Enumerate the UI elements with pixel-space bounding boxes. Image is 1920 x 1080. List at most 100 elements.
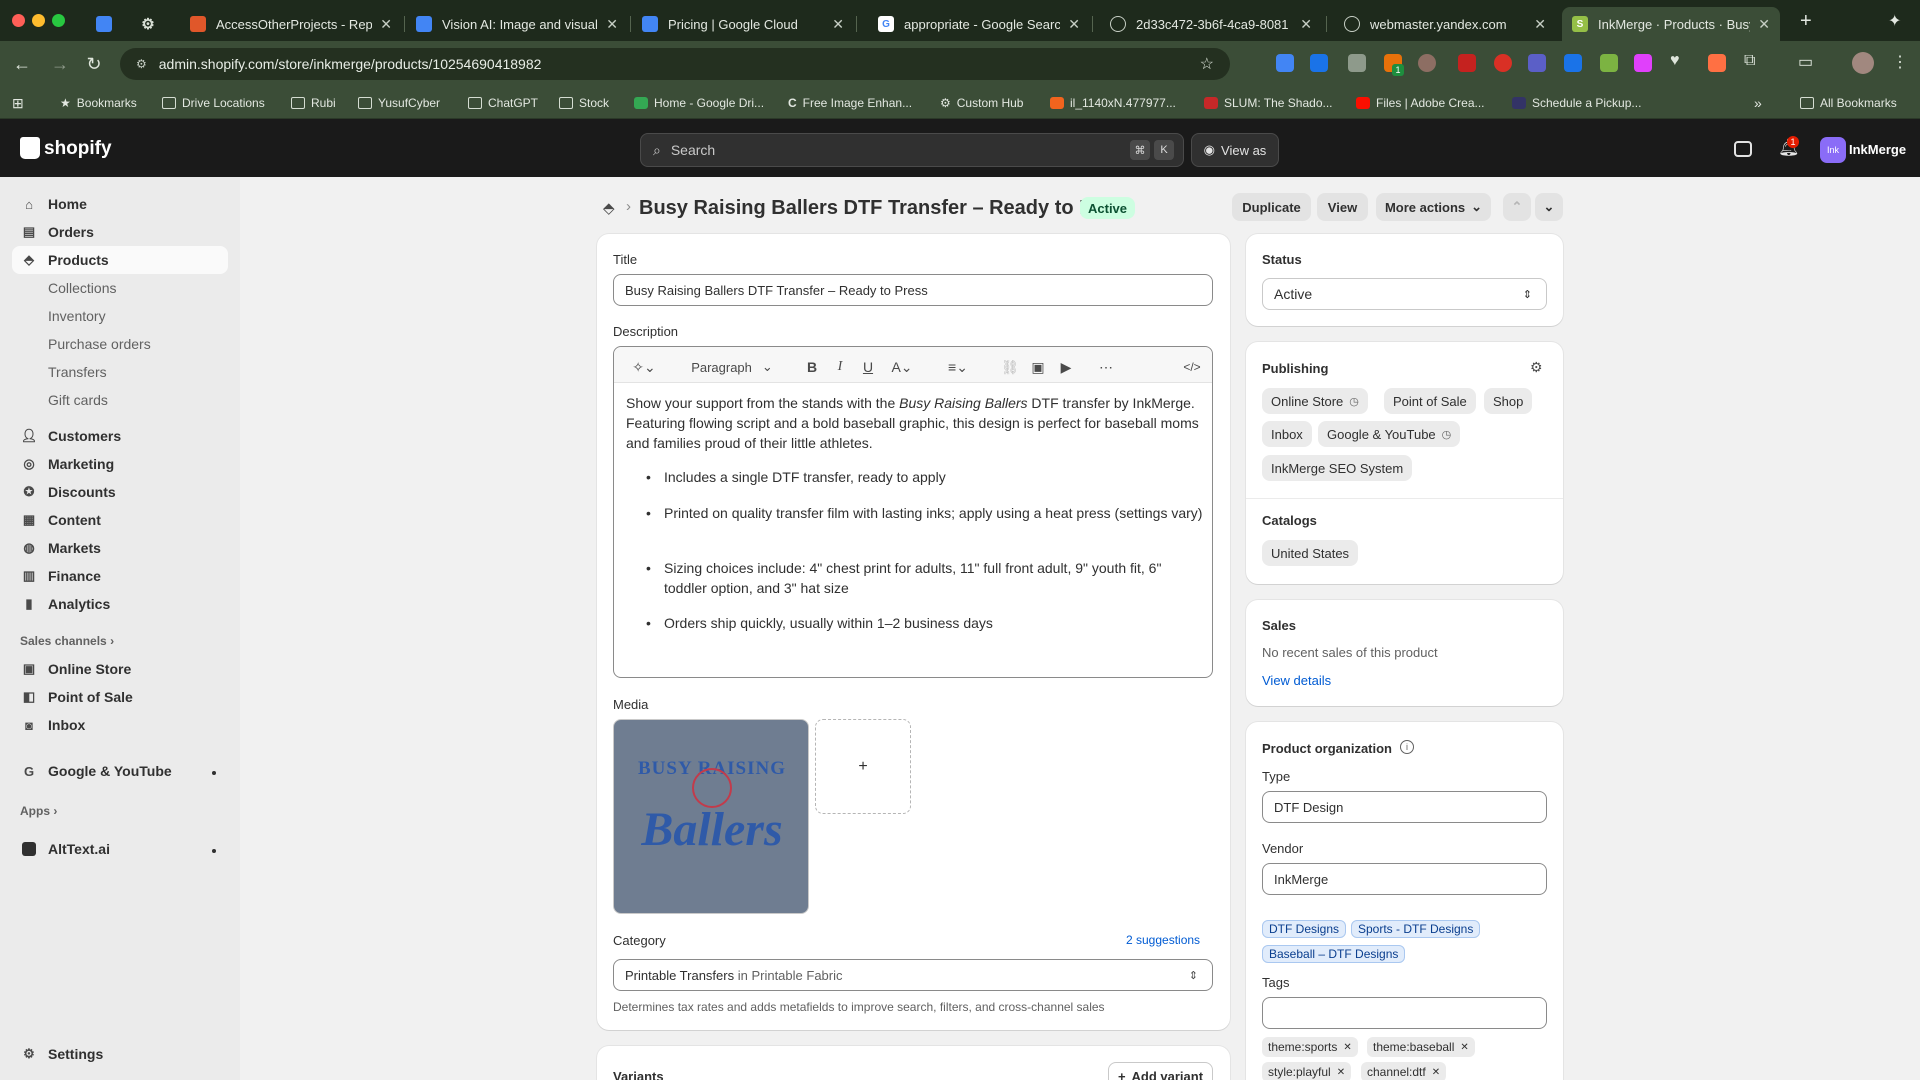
apps-heading[interactable]: Apps ›: [20, 804, 57, 818]
products-breadcrumb-tag-icon[interactable]: ⬘: [603, 199, 615, 217]
reload-button[interactable]: ↻: [82, 52, 106, 76]
store-avatar[interactable]: Ink: [1820, 137, 1846, 163]
extension-icon[interactable]: [1634, 54, 1652, 72]
close-icon[interactable]: ✕: [380, 16, 392, 33]
shopify-logo[interactable]: shopify: [44, 138, 112, 160]
paragraph-select[interactable]: Paragraph ⌄: [684, 357, 780, 377]
extension-icon[interactable]: [1708, 54, 1726, 72]
italic-icon[interactable]: I: [828, 357, 852, 377]
browser-tab[interactable]: Vision AI: Image and visual A ✕: [406, 7, 628, 41]
bookmark-star-icon[interactable]: ☆: [1200, 54, 1214, 74]
mail-extension-icon[interactable]: [1348, 54, 1366, 72]
close-icon[interactable]: ✕: [832, 16, 844, 33]
more-bookmarks-chevron-icon[interactable]: »: [1754, 94, 1762, 112]
close-icon[interactable]: ✕: [1758, 16, 1770, 33]
extension-icon[interactable]: [1564, 54, 1582, 72]
close-window-button[interactable]: [12, 14, 25, 27]
sidebar-item-point-of-sale[interactable]: ◧ Point of Sale: [12, 683, 228, 711]
collection-pill[interactable]: DTF Designs: [1262, 920, 1347, 938]
heart-icon[interactable]: ♥: [1670, 52, 1680, 70]
code-view-icon[interactable]: </>: [1180, 357, 1204, 377]
pinned-tab-settings[interactable]: ⚙: [140, 7, 164, 41]
close-icon[interactable]: ✕: [1534, 16, 1546, 33]
browser-tab-active[interactable]: S InkMerge · Products · Busy R ✕: [1562, 7, 1780, 41]
channel-pill[interactable]: Online Store ◷: [1262, 388, 1368, 414]
browser-tab[interactable]: webmaster.yandex.com ✕: [1334, 7, 1556, 41]
sidebar-item-discounts[interactable]: ✪ Discounts: [12, 478, 228, 506]
bold-icon[interactable]: B: [800, 357, 824, 377]
text-color-icon[interactable]: A⌄: [884, 357, 920, 377]
extension-icon[interactable]: [1600, 54, 1618, 72]
sidebar-item-content[interactable]: ▦ Content: [12, 506, 228, 534]
close-icon[interactable]: ✕: [1068, 16, 1080, 33]
sidebar-item-marketing[interactable]: ◎ Marketing: [12, 450, 228, 478]
catalog-pill[interactable]: United States: [1262, 540, 1359, 566]
sidebar-item-settings[interactable]: ⚙ Settings: [12, 1040, 228, 1068]
close-icon[interactable]: ✕: [606, 16, 618, 33]
bookmark-item[interactable]: SLUM: The Shado...: [1204, 94, 1333, 112]
extension-icon[interactable]: [1458, 54, 1476, 72]
bookmark-folder[interactable]: Stock: [559, 94, 609, 112]
manage-channels-icon[interactable]: ⚙: [1530, 359, 1543, 376]
store-name[interactable]: InkMerge: [1849, 142, 1906, 157]
profile-avatar[interactable]: [1852, 52, 1874, 74]
sidebar-item-inventory[interactable]: Inventory: [12, 302, 228, 330]
sidebar-item-analytics[interactable]: ▮ Analytics: [12, 590, 228, 618]
close-icon[interactable]: ✕: [1300, 16, 1312, 33]
sidebar-item-finance[interactable]: ▥ Finance: [12, 562, 228, 590]
channel-pill[interactable]: Google & YouTube ◷: [1318, 421, 1461, 447]
all-bookmarks-folder[interactable]: All Bookmarks: [1800, 94, 1897, 112]
minimize-window-button[interactable]: [32, 14, 45, 27]
previous-product-button[interactable]: ⌃: [1503, 193, 1531, 221]
bookmark-folder[interactable]: Drive Locations: [162, 94, 265, 112]
more-icon[interactable]: ⋯: [1094, 357, 1118, 377]
channel-pill[interactable]: Point of Sale: [1384, 388, 1476, 414]
view-details-link[interactable]: View details: [1262, 673, 1331, 688]
vendor-input[interactable]: InkMerge: [1262, 863, 1547, 895]
site-settings-icon[interactable]: ⚙: [136, 57, 147, 71]
sidebar-item-alttext[interactable]: AltText.ai: [12, 835, 228, 863]
bookmark-item[interactable]: il_1140xN.477977...: [1050, 94, 1176, 112]
sidebar-item-home[interactable]: ⌂ Home: [12, 190, 228, 218]
sidebar-item-google-youtube[interactable]: G Google & YouTube: [12, 757, 228, 785]
menu-kebab-icon[interactable]: ⋮: [1892, 52, 1908, 72]
bookmark-folder[interactable]: YusufCyber: [358, 94, 440, 112]
apps-grid-icon[interactable]: ⊞: [12, 94, 24, 112]
channel-pill[interactable]: Inbox: [1262, 421, 1312, 447]
bookmark-item[interactable]: ★ Bookmarks: [60, 94, 137, 112]
sidebar-item-transfers[interactable]: Transfers: [12, 358, 228, 386]
add-variant-button[interactable]: + Add variant: [1108, 1062, 1213, 1080]
sidebar-item-orders[interactable]: ▤ Orders: [12, 218, 228, 246]
shopify-bag-icon[interactable]: [20, 137, 40, 159]
close-icon[interactable]: ✕: [1343, 1042, 1351, 1053]
more-actions-button[interactable]: More actions ⌄: [1376, 193, 1491, 221]
bookmark-item[interactable]: ⚙ Custom Hub: [940, 94, 1023, 112]
close-icon[interactable]: ✕: [1432, 1067, 1440, 1078]
underline-icon[interactable]: U: [856, 357, 880, 377]
video-icon[interactable]: ▶: [1054, 357, 1078, 377]
next-product-button[interactable]: ⌄: [1535, 193, 1563, 221]
close-icon[interactable]: ✕: [1337, 1067, 1345, 1078]
extension-icon[interactable]: [1310, 54, 1328, 72]
inbox-icon[interactable]: [1734, 141, 1752, 157]
channel-pill[interactable]: Shop: [1484, 388, 1533, 414]
sidebar-item-gift-cards[interactable]: Gift cards: [12, 386, 228, 414]
channel-pill[interactable]: InkMerge SEO System: [1262, 455, 1413, 481]
info-icon[interactable]: i: [1400, 740, 1414, 754]
bookmark-item[interactable]: Home - Google Dri...: [634, 94, 764, 112]
bookmark-item[interactable]: Files | Adobe Crea...: [1356, 94, 1485, 112]
sidebar-item-purchase-orders[interactable]: Purchase orders: [12, 330, 228, 358]
close-icon[interactable]: ✕: [1460, 1042, 1468, 1053]
link-icon[interactable]: ⛓: [998, 357, 1022, 377]
address-bar[interactable]: ⚙ admin.shopify.com/store/inkmerge/produ…: [120, 48, 1230, 80]
sidebar-item-customers[interactable]: 👤︎ Customers: [12, 422, 228, 450]
browser-tab[interactable]: Pricing | Google Cloud ✕: [632, 7, 854, 41]
extension-icon[interactable]: [1418, 54, 1436, 72]
type-input[interactable]: DTF Design: [1262, 791, 1547, 823]
new-tab-button[interactable]: +: [1800, 10, 1812, 33]
align-icon[interactable]: ≡⌄: [940, 357, 976, 377]
collection-pill[interactable]: Baseball – DTF Designs: [1262, 945, 1406, 963]
pinned-tab[interactable]: [96, 7, 120, 41]
category-suggestions-link[interactable]: 2 suggestions: [1126, 933, 1200, 947]
gemini-icon[interactable]: ✦: [1888, 11, 1901, 31]
